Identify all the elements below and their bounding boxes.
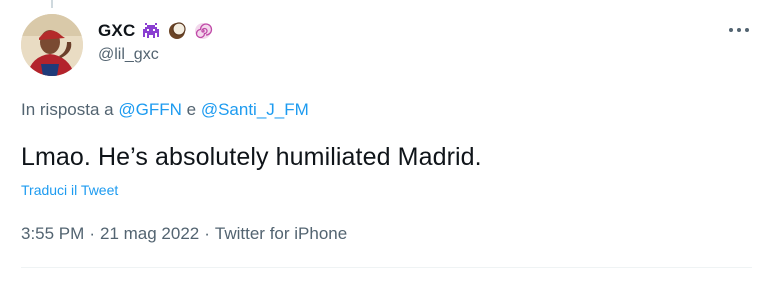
divider [21,267,752,268]
reply-context: In risposta a @GFFN e @Santi_J_FM [21,100,309,120]
coconut-icon [167,21,187,41]
meta-separator: · [204,224,210,243]
tweet-metadata: 3:55 PM · 21 mag 2022 · Twitter for iPhone [21,224,347,244]
meta-separator: · [89,224,95,243]
author-handle[interactable]: @lil_gxc [98,46,159,64]
tweet-source[interactable]: Twitter for iPhone [215,224,347,243]
tweet-time[interactable]: 3:55 PM [21,224,84,243]
author-name-row: GXC [98,18,213,44]
mention-link-santi[interactable]: @Santi_J_FM [201,100,309,119]
mention-link-gffn[interactable]: @GFFN [118,100,182,119]
author-display-name[interactable]: GXC [98,21,135,41]
more-options-icon[interactable] [726,20,752,40]
tweet-text: Lmao. He’s absolutely humiliated Madrid. [21,143,482,171]
reply-prefix: In risposta a [21,100,114,119]
translate-tweet-link[interactable]: Traduci il Tweet [21,182,118,198]
thread-connector-line [51,0,53,8]
tweet-date[interactable]: 21 mag 2022 [100,224,199,243]
reply-joiner: e [186,100,197,119]
spiral-shell-icon [193,21,213,41]
space-invader-icon [141,21,161,41]
avatar[interactable] [21,14,83,76]
